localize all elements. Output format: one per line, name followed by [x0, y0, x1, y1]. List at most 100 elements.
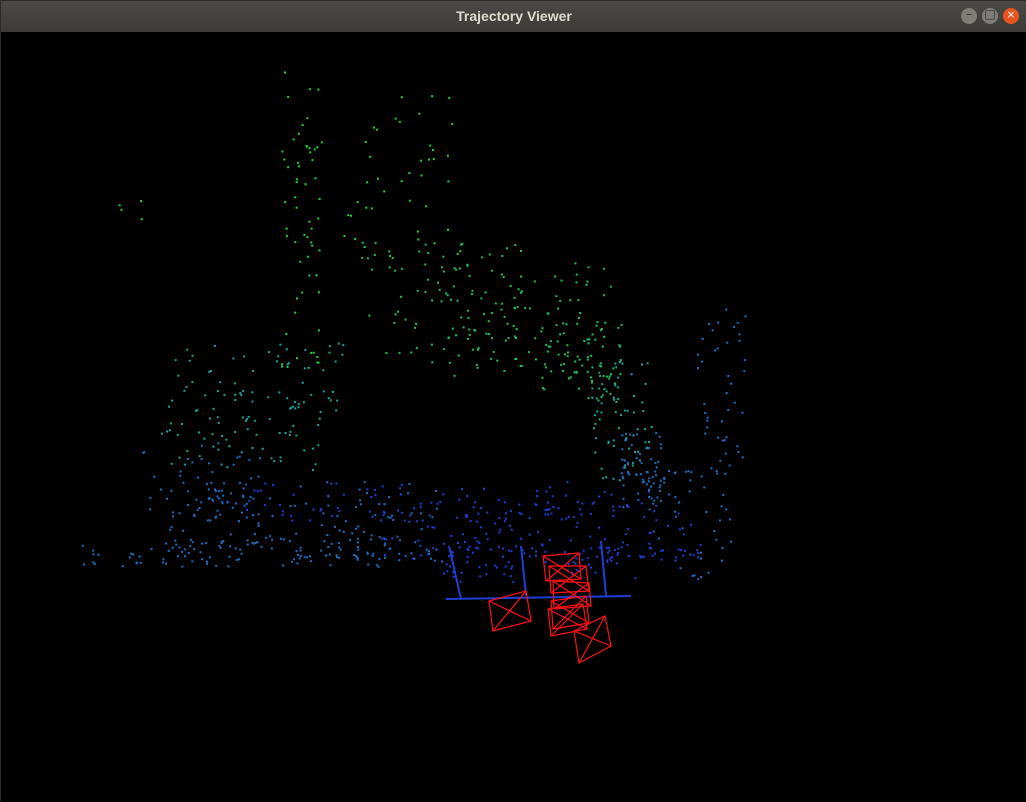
point [635, 457, 638, 460]
point [599, 362, 602, 365]
point [586, 338, 589, 341]
point [445, 563, 448, 566]
point [436, 502, 439, 505]
point [473, 329, 476, 331]
point [589, 535, 592, 538]
point [327, 546, 330, 548]
point [414, 326, 416, 329]
point [504, 517, 507, 520]
point [299, 485, 302, 488]
point [338, 529, 341, 532]
point [183, 555, 186, 558]
point [589, 512, 592, 515]
point [509, 524, 511, 527]
point-cloud-canvas[interactable] [1, 32, 1026, 802]
point [398, 559, 401, 562]
point [397, 310, 399, 313]
point [416, 289, 419, 292]
maximize-button[interactable]: □ [982, 7, 998, 24]
point [213, 344, 216, 347]
point [565, 323, 568, 326]
point [587, 397, 590, 400]
3d-viewport[interactable] [1, 32, 1026, 802]
point [419, 506, 422, 509]
point [607, 551, 610, 554]
point [541, 327, 544, 330]
point [614, 411, 617, 414]
point [631, 464, 634, 467]
point [374, 513, 377, 516]
close-icon: × [1006, 8, 1016, 21]
point [484, 291, 487, 294]
point [573, 516, 576, 519]
point [596, 321, 599, 324]
point [373, 126, 375, 129]
point [166, 430, 168, 433]
point [236, 456, 239, 459]
point [650, 426, 653, 428]
point [628, 447, 631, 450]
point [284, 432, 287, 434]
point [599, 375, 602, 377]
point [332, 390, 334, 393]
point [170, 526, 173, 529]
point [733, 401, 736, 404]
point [622, 506, 625, 509]
point [369, 510, 371, 513]
point [621, 448, 624, 451]
point [306, 556, 309, 559]
point [297, 406, 300, 409]
point [465, 516, 468, 518]
point [566, 355, 569, 358]
point [209, 519, 212, 522]
point [615, 562, 618, 565]
point [617, 547, 620, 550]
point [549, 486, 552, 489]
point [688, 490, 691, 493]
point [178, 456, 181, 459]
point [600, 411, 603, 414]
title-bar[interactable]: Trajectory Viewer – □ × [1, 1, 1026, 33]
point [242, 495, 245, 498]
point [220, 463, 223, 466]
point [648, 447, 650, 450]
point-cloud [81, 71, 747, 600]
minimize-button[interactable]: – [961, 7, 977, 24]
point [415, 520, 418, 523]
point [240, 451, 243, 454]
point [480, 297, 483, 300]
point [635, 473, 638, 476]
point [184, 463, 187, 466]
point [170, 462, 173, 465]
point [520, 537, 523, 540]
point [547, 513, 550, 516]
point [630, 444, 633, 447]
point [193, 548, 196, 551]
point [561, 369, 564, 372]
point [461, 242, 464, 245]
close-button[interactable]: × [1003, 8, 1019, 24]
point [654, 552, 656, 555]
point [575, 273, 578, 276]
point [318, 198, 321, 200]
point [554, 275, 557, 278]
point [341, 353, 344, 356]
point [161, 432, 163, 435]
point [219, 381, 222, 384]
point [648, 496, 651, 498]
point [366, 181, 369, 184]
point [253, 533, 256, 535]
point [174, 539, 177, 542]
point [494, 564, 497, 567]
point [678, 501, 681, 504]
point [579, 312, 582, 314]
point [415, 346, 418, 349]
point [489, 548, 492, 551]
point [625, 432, 627, 435]
point [620, 324, 623, 326]
point [210, 370, 212, 372]
point [481, 256, 484, 259]
point [388, 250, 391, 253]
point [567, 351, 569, 354]
point [622, 484, 625, 487]
